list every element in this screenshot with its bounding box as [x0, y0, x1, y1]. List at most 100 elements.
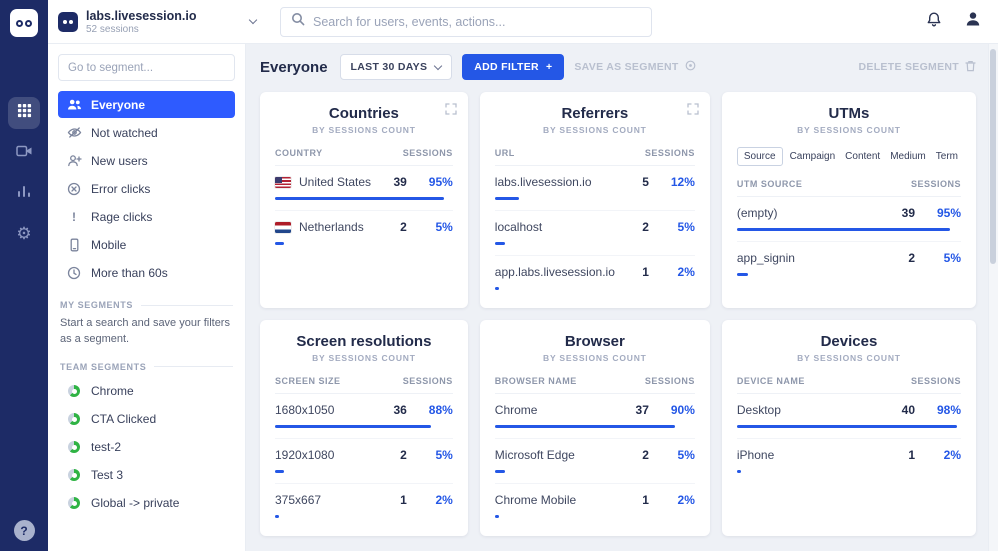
row-label: 1680x1050	[275, 403, 335, 417]
row-sessions: 40	[901, 403, 915, 417]
progress-bar	[275, 515, 279, 518]
user-menu-button[interactable]	[964, 10, 982, 33]
nav-recordings-button[interactable]	[8, 137, 40, 169]
row-label: iPhone	[736, 448, 775, 462]
sidebar-item-mobile[interactable]: Mobile	[58, 231, 235, 258]
tab-medium[interactable]: Medium	[887, 148, 929, 165]
table-row[interactable]: (empty) 39 95%	[736, 197, 961, 242]
workspace-text: labs.livesession.io 52 sessions	[86, 9, 242, 35]
row-percent: 12%	[670, 175, 695, 189]
app-navbar: ⚙ ?	[0, 0, 48, 551]
expand-icon[interactable]	[685, 101, 701, 120]
sidebar-item-test-2[interactable]: test-2	[58, 434, 235, 461]
segments-sidebar: Everyone Not watched New users	[48, 44, 246, 551]
sidebar-item-error-clicks[interactable]: Error clicks	[58, 175, 235, 202]
workspace-selector[interactable]: labs.livesession.io 52 sessions	[58, 9, 258, 35]
column-header: SESSIONS	[910, 179, 961, 189]
add-filter-label: ADD FILTER	[474, 61, 539, 73]
card-subtitle: BY SESSIONS COUNT	[312, 125, 416, 135]
progress-bar	[275, 197, 444, 200]
row-sessions: 1	[642, 265, 649, 279]
table-row[interactable]: 1680x1050 36 88%	[275, 394, 453, 439]
sidebar-item-global-private[interactable]: Global -> private	[58, 490, 235, 517]
eye-off-icon	[66, 126, 82, 139]
save-as-segment-button[interactable]: SAVE AS SEGMENT	[574, 60, 696, 74]
tab-content[interactable]: Content	[842, 148, 883, 165]
row-label: Chrome Mobile	[494, 493, 577, 507]
table-row[interactable]: 375x667 1 2%	[275, 484, 453, 528]
segment-pie-icon	[66, 497, 82, 510]
sidebar-item-everyone[interactable]: Everyone	[58, 91, 235, 118]
segment-label: Mobile	[91, 237, 127, 252]
table-row[interactable]: Chrome 37 90%	[494, 394, 695, 439]
table-row[interactable]: Chrome Mobile 1 2%	[494, 484, 695, 528]
row-label: (empty)	[736, 206, 778, 220]
table-row[interactable]: iPhone 1 2%	[736, 439, 961, 483]
table-row[interactable]: Microsoft Edge 2 5%	[494, 439, 695, 484]
table-row[interactable]: labs.livesession.io 5 12%	[494, 166, 695, 211]
exclamation-icon: !	[72, 209, 76, 224]
table-row[interactable]: United States 39 95%	[275, 166, 453, 211]
scrollbar-thumb[interactable]	[990, 49, 996, 264]
tab-source[interactable]: Source	[736, 147, 783, 166]
column-header: SESSIONS	[402, 376, 453, 386]
utms-card: UTMs BY SESSIONS COUNT Source Campaign C…	[721, 92, 976, 308]
navbar-icons: ⚙	[8, 97, 40, 249]
row-percent: 98%	[936, 403, 961, 417]
table-row[interactable]: 1920x1080 2 5%	[275, 439, 453, 484]
row-percent: 5%	[943, 251, 961, 265]
video-camera-icon	[15, 144, 33, 163]
nav-metrics-button[interactable]	[8, 177, 40, 209]
table-row[interactable]: Desktop 40 98%	[736, 394, 961, 439]
search-input[interactable]	[313, 14, 641, 29]
plus-icon: +	[545, 61, 553, 73]
sidebar-item-new-users[interactable]: New users	[58, 147, 235, 174]
sidebar-item-not-watched[interactable]: Not watched	[58, 119, 235, 146]
date-range-button[interactable]: LAST 30 DAYS	[339, 54, 453, 80]
notifications-button[interactable]	[926, 11, 942, 33]
tab-campaign[interactable]: Campaign	[787, 148, 839, 165]
sidebar-item-cta-clicked[interactable]: CTA Clicked	[58, 406, 235, 433]
livesession-logo-icon[interactable]	[10, 9, 38, 37]
table-row[interactable]: Netherlands 2 5%	[275, 211, 453, 255]
topbar: labs.livesession.io 52 sessions	[48, 0, 998, 44]
help-button[interactable]: ?	[13, 520, 35, 541]
app-window: ⚙ ? labs.livesession.io 52 sessions Sear…	[0, 0, 998, 551]
column-header: DEVICE NAME	[736, 376, 805, 386]
table-row[interactable]: app_signin 2 5%	[736, 242, 961, 286]
segment-search-input[interactable]	[58, 54, 235, 81]
row-percent: 2%	[677, 265, 695, 279]
progress-bar	[494, 425, 675, 428]
table-row[interactable]: localhost 2 5%	[494, 211, 695, 256]
card-title: Browser	[564, 333, 625, 350]
table-row[interactable]: app.labs.livesession.io 1 2%	[494, 256, 695, 300]
segment-pie-icon	[66, 441, 82, 454]
sidebar-item-test-3[interactable]: Test 3	[58, 462, 235, 489]
row-percent: 2%	[677, 493, 695, 507]
current-segment-title: Everyone	[260, 58, 328, 76]
row-label: United States	[299, 175, 372, 189]
sidebar-item-more-than-60s[interactable]: More than 60s	[58, 259, 235, 286]
tab-term[interactable]: Term	[933, 148, 961, 165]
segment-label: Test 3	[91, 468, 124, 483]
nav-settings-button[interactable]: ⚙	[8, 217, 40, 249]
row-percent: 88%	[428, 403, 453, 417]
progress-bar	[736, 273, 749, 276]
mobile-phone-icon	[66, 238, 82, 252]
add-filter-button[interactable]: ADD FILTER +	[462, 54, 565, 80]
expand-icon[interactable]	[443, 101, 459, 120]
progress-bar	[494, 287, 499, 290]
delete-segment-button[interactable]: DELETE SEGMENT	[859, 60, 976, 75]
sidebar-item-chrome-segment[interactable]: Chrome	[58, 378, 235, 405]
segment-label: test-2	[91, 440, 122, 455]
row-label: Desktop	[736, 403, 781, 417]
sidebar-item-rage-clicks[interactable]: ! Rage clicks	[58, 203, 235, 230]
progress-bar	[275, 425, 432, 428]
row-percent: 5%	[677, 220, 695, 234]
progress-bar	[494, 470, 505, 473]
row-percent: 5%	[677, 448, 695, 462]
row-sessions: 2	[642, 448, 649, 462]
row-percent: 5%	[435, 448, 453, 462]
row-percent: 90%	[670, 403, 695, 417]
nav-dashboards-button[interactable]	[8, 97, 40, 129]
